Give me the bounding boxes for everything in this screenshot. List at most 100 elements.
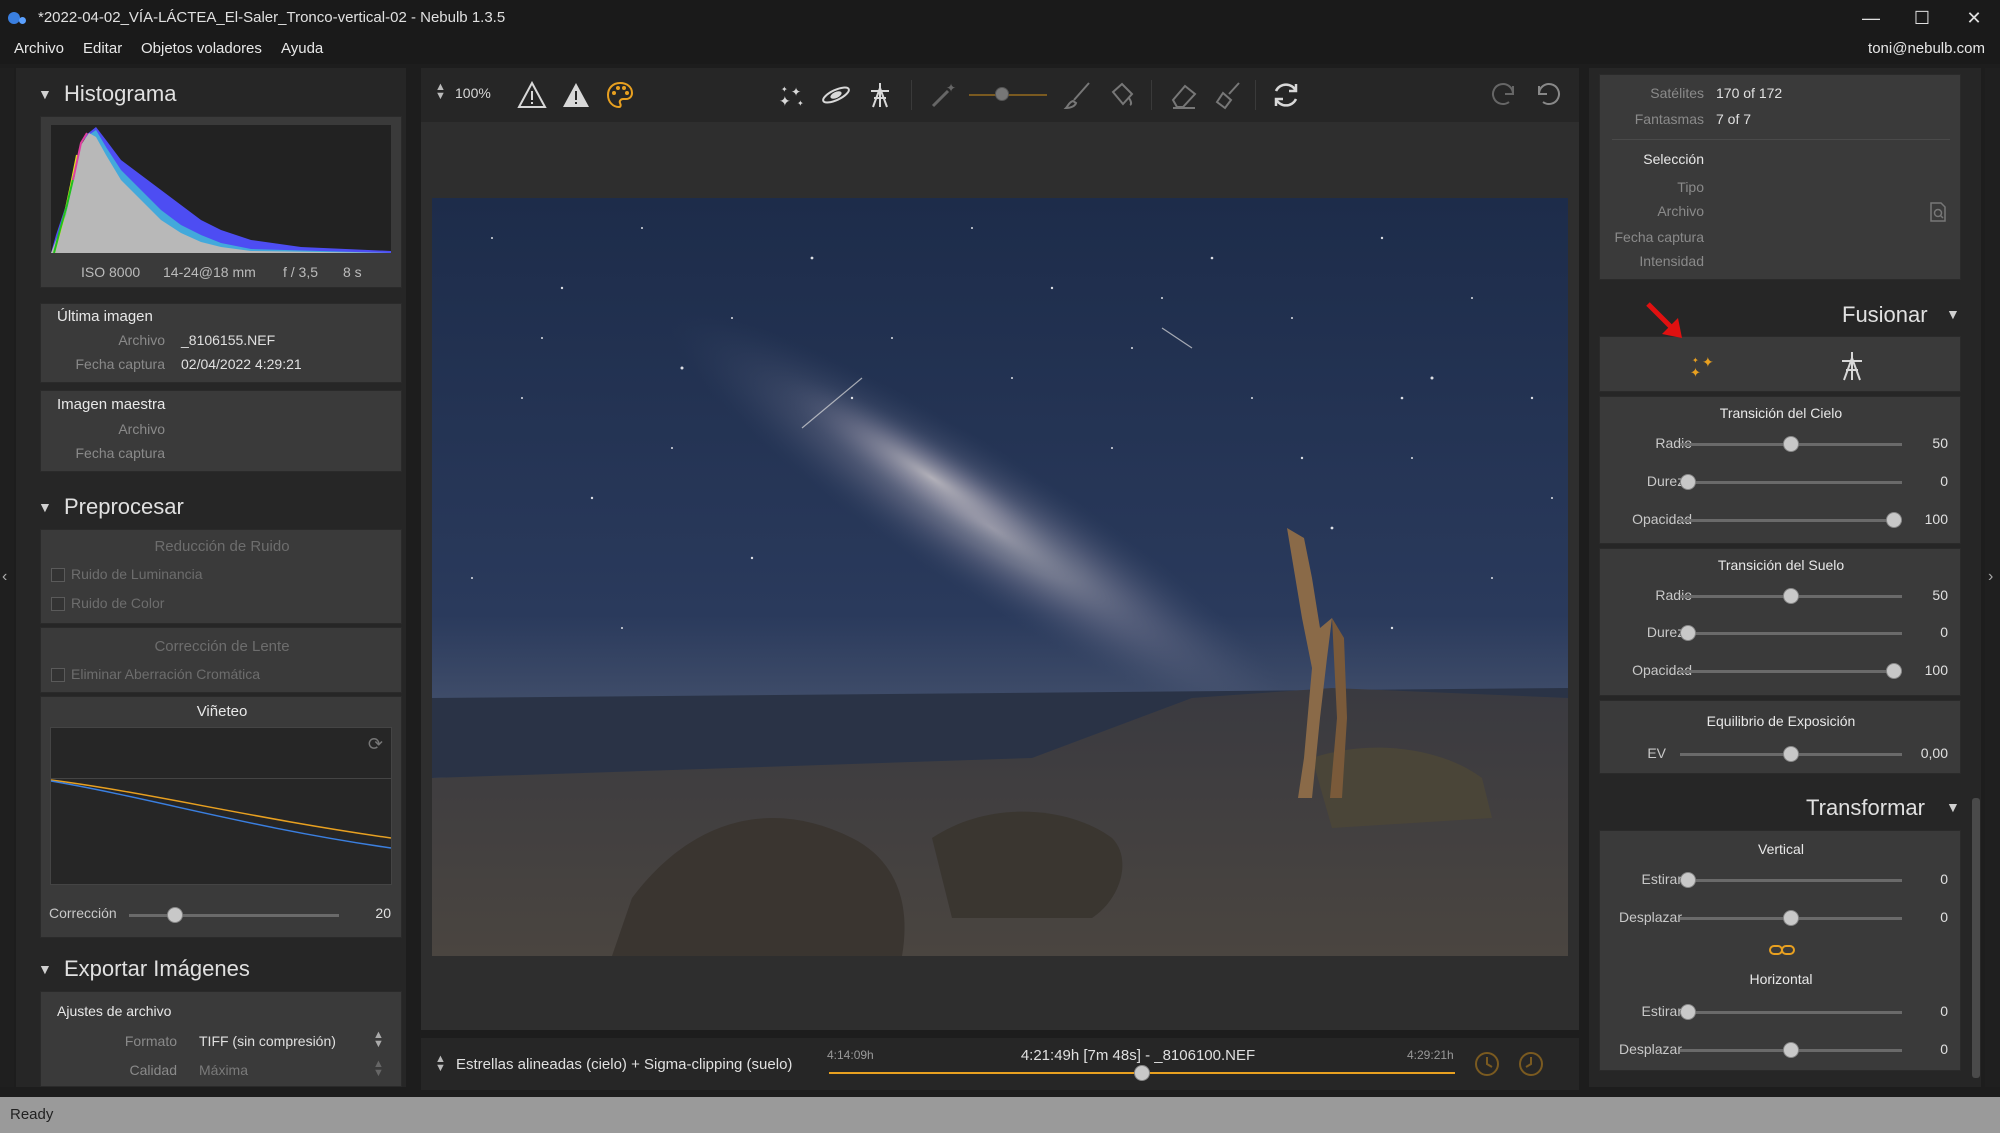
vertical-shift-knob[interactable] — [1783, 910, 1799, 926]
ground-radius-knob[interactable] — [1783, 588, 1799, 604]
sky-hardness-value: 0 — [1940, 473, 1948, 489]
color-noise-checkbox[interactable] — [51, 597, 65, 611]
preview-photo[interactable] — [432, 198, 1568, 956]
maximize-icon[interactable]: ☐ — [1896, 0, 1948, 36]
locate-file-icon[interactable] — [1928, 201, 1948, 227]
sky-opacity-slider[interactable] — [1680, 519, 1902, 522]
satellites-value: 170 of 172 — [1716, 85, 1783, 101]
palette-icon[interactable] — [603, 78, 637, 112]
ground-opacity-knob[interactable] — [1886, 663, 1902, 679]
ground-opacity-slider[interactable] — [1680, 670, 1902, 673]
selection-file-label: Archivo — [1657, 203, 1704, 219]
vertical-stretch-slider[interactable] — [1680, 879, 1902, 882]
quality-select[interactable]: Máxima — [199, 1062, 248, 1078]
warning-filled-icon[interactable] — [559, 78, 593, 112]
zoom-value[interactable]: 100% — [455, 85, 491, 101]
right-collapse-edge[interactable]: › — [1985, 68, 2000, 1087]
undo-icon[interactable] — [1531, 78, 1565, 112]
correction-slider[interactable] — [129, 914, 339, 917]
timeline-slider-knob[interactable] — [1134, 1065, 1150, 1081]
redo-icon[interactable] — [1487, 78, 1521, 112]
transform-title[interactable]: Transformar — [1806, 795, 1925, 821]
warning-outline-icon[interactable] — [515, 78, 549, 112]
ghosts-value: 7 of 7 — [1716, 111, 1752, 127]
refresh-icon[interactable] — [1269, 78, 1303, 112]
clock-back-icon[interactable] — [1471, 1048, 1503, 1084]
chevron-right-icon[interactable]: › — [1988, 568, 1993, 586]
merge-title[interactable]: Fusionar — [1842, 302, 1928, 328]
paint-bucket-icon[interactable] — [1105, 78, 1139, 112]
brush-icon[interactable] — [1061, 78, 1095, 112]
transform-box: Vertical Estirar 0 Desplazar 0 Horizonta… — [1599, 830, 1961, 1071]
menu-objetos-voladores[interactable]: Objetos voladores — [141, 40, 262, 57]
eraser-icon[interactable] — [1167, 78, 1201, 112]
magic-wand-icon[interactable]: ✦ — [926, 78, 960, 112]
svg-text:✦: ✦ — [779, 93, 791, 109]
ground-hardness-knob[interactable] — [1680, 625, 1696, 641]
title-bar: *2022-04-02_VÍA-LÁCTEA_El-Saler_Tronco-v… — [0, 0, 2000, 36]
sky-hardness-label: Dureza — [1646, 473, 1692, 489]
milky-way-icon[interactable] — [819, 78, 853, 112]
user-email[interactable]: toni@nebulb.com — [1868, 40, 1985, 57]
export-header[interactable]: ▼ Exportar Imágenes — [38, 951, 250, 987]
collapse-triangle-icon[interactable]: ▼ — [38, 499, 52, 515]
horizontal-stretch-slider[interactable] — [1680, 1011, 1902, 1014]
reset-refresh-icon[interactable]: ⟳ — [368, 734, 383, 755]
correction-slider-knob[interactable] — [167, 907, 183, 923]
collapse-triangle-icon[interactable]: ▼ — [1946, 799, 1960, 815]
ground-tower-tab-icon[interactable] — [1836, 349, 1868, 387]
select-arrows-icon[interactable]: ▲ ▼ — [373, 1030, 384, 1050]
minimize-icon[interactable]: — — [1845, 0, 1897, 36]
collapse-triangle-icon[interactable]: ▼ — [38, 86, 52, 102]
zoom-stepper-icon[interactable]: ▲ ▼ — [435, 82, 446, 102]
ground-hardness-slider[interactable] — [1680, 632, 1902, 635]
collapse-triangle-icon[interactable]: ▼ — [38, 961, 52, 977]
menu-ayuda[interactable]: Ayuda — [281, 40, 323, 57]
vertical-stretch-label: Estirar — [1641, 871, 1682, 887]
ground-hardness-value: 0 — [1940, 624, 1948, 640]
sky-opacity-knob[interactable] — [1886, 512, 1902, 528]
sky-hardness-slider[interactable] — [1680, 481, 1902, 484]
vignette-curve: ⟳ — [50, 727, 392, 885]
brush-size-knob[interactable] — [995, 87, 1009, 101]
horizontal-shift-knob[interactable] — [1783, 1042, 1799, 1058]
menu-archivo[interactable]: Archivo — [14, 40, 64, 57]
chromatic-aberration-label: Eliminar Aberración Cromática — [71, 666, 261, 682]
format-select[interactable]: TIFF (sin compresión) — [199, 1033, 336, 1049]
sky-hardness-knob[interactable] — [1680, 474, 1696, 490]
stars-icon[interactable]: ✦ ✦ ✦ ✦ — [775, 78, 809, 112]
ev-value: 0,00 — [1920, 745, 1948, 761]
histogram-header[interactable]: ▼ Histograma — [38, 76, 176, 112]
sky-radius-label: Radio — [1655, 435, 1692, 451]
ground-tower-icon[interactable] — [863, 78, 897, 112]
mode-stepper-icon[interactable]: ▲ ▼ — [435, 1054, 446, 1074]
vertical-shift-value: 0 — [1940, 909, 1948, 925]
luminance-noise-checkbox[interactable] — [51, 568, 65, 582]
vignette-box: Viñeteo ⟳ Corrección 20 — [40, 696, 402, 938]
link-chain-icon[interactable] — [1768, 943, 1796, 961]
preprocess-header[interactable]: ▼ Preprocesar — [38, 489, 184, 525]
close-icon[interactable]: ✕ — [1948, 0, 2000, 36]
select-arrows-icon[interactable]: ▲ ▼ — [373, 1059, 384, 1079]
lens-value: 14-24@18 mm — [163, 264, 256, 280]
chevron-left-icon[interactable]: ‹ — [2, 568, 7, 586]
svg-text:✦: ✦ — [791, 85, 801, 99]
last-image-file-value: _8106155.NEF — [181, 332, 276, 348]
clock-forward-icon[interactable] — [1515, 1048, 1547, 1084]
ev-knob[interactable] — [1783, 746, 1799, 762]
menu-editar[interactable]: Editar — [83, 40, 122, 57]
left-collapse-edge[interactable]: ‹ — [0, 68, 14, 1087]
histogram-title: Histograma — [64, 81, 177, 106]
right-scrollbar[interactable] — [1971, 68, 1981, 1087]
stack-mode-select[interactable]: Estrellas alineadas (cielo) + Sigma-clip… — [456, 1056, 792, 1073]
collapse-triangle-icon[interactable]: ▼ — [1946, 306, 1960, 322]
vertical-stretch-knob[interactable] — [1680, 872, 1696, 888]
vertical-title: Vertical — [1758, 841, 1804, 857]
iso-value: ISO 8000 — [81, 264, 141, 280]
sky-radius-knob[interactable] — [1783, 436, 1799, 452]
broom-icon[interactable] — [1211, 78, 1245, 112]
shutter-value: 8 s — [343, 264, 362, 280]
sky-stars-tab-icon[interactable]: ✦ ✦ ✦ — [1688, 349, 1722, 387]
chromatic-aberration-checkbox[interactable] — [51, 668, 65, 682]
horizontal-stretch-knob[interactable] — [1680, 1004, 1696, 1020]
